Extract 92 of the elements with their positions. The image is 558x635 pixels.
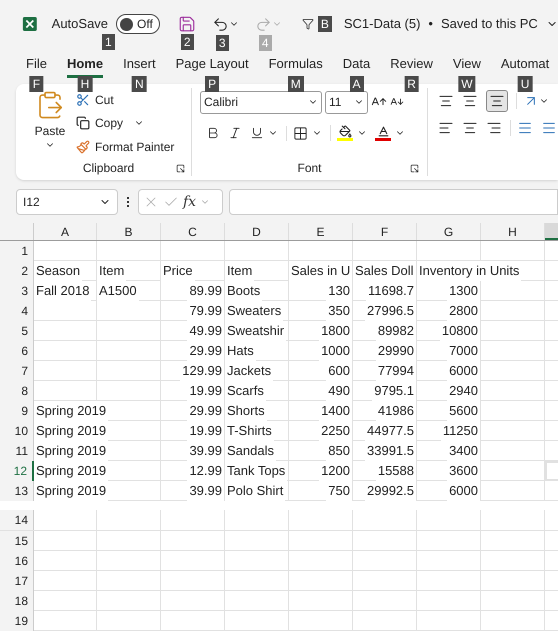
keytip-badge: R — [404, 76, 419, 92]
separator-dot: • — [428, 15, 433, 34]
undo-icon[interactable] — [212, 16, 229, 32]
table-cell: Spring 2019 — [34, 461, 108, 481]
column-header[interactable]: D — [225, 223, 289, 240]
column-header[interactable]: C — [161, 223, 225, 240]
ribbon-tab[interactable]: Insert — [123, 54, 156, 78]
document-title[interactable]: SC1-Data (5) — [344, 14, 420, 34]
decrease-indent-icon[interactable] — [517, 120, 533, 136]
row-header[interactable]: 15 — [0, 531, 34, 551]
keytip-badge: 1 — [102, 34, 115, 50]
ribbon-tab[interactable]: View — [452, 54, 481, 78]
group-label: Font — [297, 160, 322, 177]
fill-color-icon[interactable] — [337, 125, 353, 141]
keytip-badge: 4 — [258, 34, 272, 50]
keytip-badge: P — [205, 76, 220, 92]
insert-function-button[interactable]: fx — [183, 192, 196, 212]
table-cell: Spring 2019 — [34, 441, 108, 461]
column-header[interactable]: B — [97, 223, 161, 240]
excel-logo-icon[interactable] — [22, 15, 38, 33]
keytip-badge: M — [288, 76, 304, 92]
copy-icon[interactable] — [76, 116, 90, 130]
ribbon-tab[interactable]: File — [26, 54, 47, 78]
align-left-icon[interactable] — [438, 120, 454, 136]
row-header[interactable]: 18 — [0, 591, 34, 611]
paste-button[interactable]: Paste — [30, 90, 70, 160]
keytip-badge: A — [350, 76, 364, 92]
dialog-launcher-icon[interactable] — [410, 164, 419, 172]
ribbon-tab[interactable]: Automat — [500, 54, 550, 78]
copy-button[interactable]: Copy — [76, 112, 174, 134]
italic-icon[interactable] — [228, 126, 242, 140]
keytip-badge: W — [458, 76, 476, 92]
align-right-icon[interactable] — [486, 120, 502, 136]
row-header[interactable]: 19 — [0, 611, 34, 631]
bold-icon[interactable] — [206, 126, 220, 140]
keytip-badge: 3 — [216, 34, 229, 50]
row-header[interactable]: 14 — [0, 510, 34, 530]
column-header[interactable]: F — [353, 223, 417, 240]
borders-icon[interactable] — [293, 126, 308, 140]
row-header[interactable]: 13 — [0, 481, 34, 501]
row-header[interactable]: 6 — [0, 341, 34, 361]
keytip-badge: B — [318, 16, 332, 32]
row-header[interactable]: 5 — [0, 321, 34, 341]
row-header[interactable]: 4 — [0, 301, 34, 321]
table-cell: Spring 2019 — [34, 401, 108, 421]
row-header[interactable]: 7 — [0, 361, 34, 381]
table-cell: Inventory in Units — [417, 261, 522, 281]
row-header[interactable]: 3 — [0, 281, 34, 301]
ribbon-tab[interactable]: Data — [342, 54, 370, 78]
increase-indent-icon[interactable] — [541, 120, 557, 136]
save-icon[interactable] — [178, 15, 196, 33]
row-header[interactable]: 12 — [0, 461, 34, 481]
row-header[interactable]: 9 — [0, 401, 34, 421]
table-cell: Spring 2019 — [34, 421, 108, 441]
font-size-dropdown[interactable]: 11 — [325, 90, 368, 114]
table-cell: Spring 2019 — [34, 481, 108, 501]
formula-input[interactable] — [229, 189, 558, 215]
autosave-toggle[interactable]: Off — [116, 14, 160, 34]
autosave-label: AutoSave — [52, 15, 108, 34]
column-header[interactable]: G — [417, 223, 481, 240]
column-header[interactable]: E — [289, 223, 353, 240]
row-header[interactable]: 10 — [0, 421, 34, 441]
paintbrush-icon[interactable] — [76, 140, 90, 154]
scissors-icon[interactable] — [76, 93, 90, 107]
format-painter-button[interactable]: Format Painter — [76, 136, 174, 158]
ribbon-tab[interactable]: Page Layout — [176, 54, 249, 78]
keytip-badge: 2 — [180, 34, 194, 50]
group-label: Clipboard — [82, 160, 134, 177]
keytip-badge: F — [30, 76, 44, 92]
font-name-dropdown[interactable]: Calibri — [200, 90, 322, 114]
underline-icon[interactable] — [250, 126, 264, 140]
row-header[interactable]: 11 — [0, 441, 34, 461]
font-color-icon[interactable] — [375, 125, 391, 141]
name-box[interactable]: I12 — [16, 189, 118, 215]
row-header[interactable]: 8 — [0, 381, 34, 401]
column-header[interactable]: A — [34, 223, 97, 240]
middle-align-icon[interactable] — [462, 93, 478, 109]
bottom-align-icon[interactable] — [486, 90, 508, 112]
cut-button[interactable]: Cut — [76, 90, 174, 110]
row-header[interactable]: 2 — [0, 261, 34, 281]
align-center-icon[interactable] — [462, 120, 478, 136]
keytip-badge: U — [518, 76, 532, 92]
row-header[interactable]: 1 — [0, 241, 34, 261]
row-header[interactable]: 16 — [0, 551, 34, 571]
keytip-badge: H — [78, 76, 92, 92]
save-status: Saved to this PC — [440, 15, 538, 34]
keytip-badge: N — [132, 76, 147, 92]
dialog-launcher-icon[interactable] — [176, 164, 185, 172]
ribbon-tab[interactable]: Formulas — [268, 54, 323, 78]
ribbon-tab[interactable]: Review — [390, 54, 433, 78]
top-align-icon[interactable] — [438, 93, 454, 109]
row-header[interactable]: 17 — [0, 571, 34, 591]
